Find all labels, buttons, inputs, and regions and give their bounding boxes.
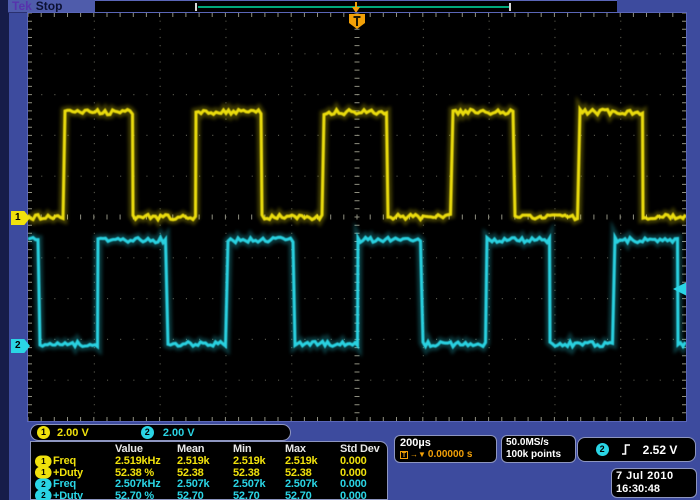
ch1-scale: 2.00 V [57, 427, 89, 439]
col-header-max: Max [285, 443, 340, 455]
measurement-min: 52.38 [233, 467, 285, 479]
date-label: 7 Jul 2010 [616, 470, 692, 483]
record-left-bracket-icon [195, 3, 197, 11]
measurement-name: +Duty [53, 490, 115, 500]
measurement-stddev: 0.000 [340, 455, 387, 467]
measurement-max: 2.507k [285, 478, 340, 490]
oscilloscope-screen: Tek Stop 1 2 1 2.00 V 2 2.00 V V [0, 0, 700, 500]
rising-edge-icon [621, 443, 631, 456]
measurement-max: 52.38 [285, 467, 340, 479]
measurement-header-row: Value Mean Min Max Std Dev [35, 443, 387, 455]
sample-rate: 50.0MS/s [506, 437, 575, 449]
timebase-scale: 200µs [400, 437, 496, 449]
measurement-stddev: 0.000 [340, 490, 387, 500]
measurement-name: Freq [53, 478, 115, 490]
acquisition-readout[interactable]: 50.0MS/s 100k points [501, 435, 576, 463]
measurement-table: Value Mean Min Max Std Dev 1 Freq 2.519k… [30, 441, 388, 500]
col-header-stddev: Std Dev [340, 443, 387, 455]
col-header-value: Value [115, 443, 177, 455]
record-right-bracket-icon [509, 3, 511, 11]
measurement-max: 52.70 [285, 490, 340, 500]
measurement-max: 2.519k [285, 455, 340, 467]
measurement-mean: 2.507k [177, 478, 233, 490]
col-header-min: Min [233, 443, 285, 455]
ch2-trace [28, 237, 686, 346]
graticule-area [28, 13, 686, 421]
measurement-stddev: 0.000 [340, 467, 387, 479]
col-header-mean: Mean [177, 443, 233, 455]
acquisition-status: Stop [36, 0, 63, 12]
tek-logo: Tek [12, 0, 32, 12]
ch1-badge[interactable]: 1 [37, 426, 50, 439]
trigger-level: 2.52 V [643, 443, 678, 457]
record-view-strip [95, 0, 617, 13]
ch2-scale: 2.00 V [163, 427, 195, 439]
measurement-row: 2 Freq 2.507kHz 2.507k 2.507k 2.507k 0.0… [35, 478, 387, 490]
trigger-source-badge: 2 [596, 443, 609, 456]
measurement-value: 52.70 % [115, 490, 177, 500]
status-chip: Tek Stop [8, 0, 96, 13]
left-bezel-strip [0, 0, 9, 500]
row-ch-badge: 1 [35, 467, 52, 479]
trigger-t-icon: T [400, 451, 408, 459]
record-length: 100k points [506, 449, 575, 461]
measurement-name: +Duty [53, 467, 115, 479]
measurement-value: 52.38 % [115, 467, 177, 479]
measurement-value: 2.519kHz [115, 455, 177, 467]
measurement-name: Freq [53, 455, 115, 467]
measurement-min: 52.70 [233, 490, 285, 500]
ch1-trace-glow [28, 109, 686, 219]
ch1-trace [28, 109, 686, 219]
measurement-row: 2 +Duty 52.70 % 52.70 52.70 52.70 0.000 [35, 489, 387, 500]
measurement-min: 2.519k [233, 455, 285, 467]
channel-scale-bar[interactable]: 1 2.00 V 2 2.00 V [30, 424, 291, 441]
horizontal-readout[interactable]: 200µs T →▼ 0.00000 s [394, 435, 497, 463]
measurement-mean: 52.70 [177, 490, 233, 500]
row-ch-badge: 2 [35, 478, 52, 490]
measurement-stddev: 0.000 [340, 478, 387, 490]
measurement-value: 2.507kHz [115, 478, 177, 490]
delay-value: 0.00000 s [428, 449, 473, 460]
measurement-mean: 2.519k [177, 455, 233, 467]
measurement-min: 2.507k [233, 478, 285, 490]
trigger-delay-readout: T →▼ 0.00000 s [400, 449, 496, 460]
trigger-readout[interactable]: 2 2.52 V [577, 437, 696, 462]
record-trigger-position-icon[interactable] [351, 2, 361, 13]
waveform-display [28, 13, 686, 421]
time-label: 16:30:48 [616, 483, 692, 496]
measurement-row: 1 Freq 2.519kHz 2.519k 2.519k 2.519k 0.0… [35, 455, 387, 467]
row-ch-badge: 1 [35, 455, 52, 467]
ch2-badge[interactable]: 2 [141, 426, 154, 439]
row-ch-badge: 2 [35, 490, 52, 500]
delay-arrows-icon: →▼ [410, 449, 426, 460]
measurement-mean: 52.38 [177, 467, 233, 479]
datetime-readout: 7 Jul 2010 16:30:48 [611, 468, 697, 498]
measurement-row: 1 +Duty 52.38 % 52.38 52.38 52.38 0.000 [35, 466, 387, 478]
